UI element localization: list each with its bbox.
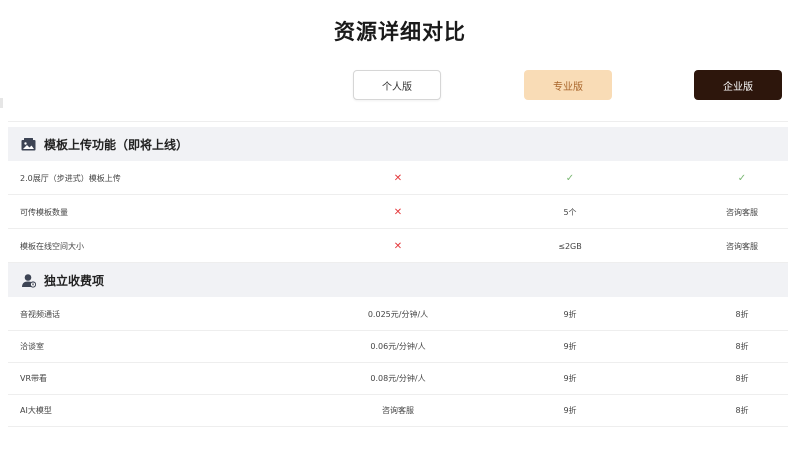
table-row: 音视频通话 0.025元/分钟/人 9折 8折 [8, 297, 788, 331]
user-coin-icon: ¥ [20, 272, 36, 288]
row-label: 2.0展厅（步进式）模板上传 [20, 173, 121, 183]
cross-icon: ✕ [393, 206, 403, 218]
section-title: 模板上传功能（即将上线） [44, 137, 189, 152]
section-paid-items: ¥ 独立收费项 [8, 263, 788, 297]
row-label: 模板在线空间大小 [20, 241, 84, 251]
table-row: 洽谈室 0.06元/分钟/人 9折 8折 [8, 329, 788, 363]
personal-value: 0.025元/分钟/人 [367, 309, 429, 319]
left-edge-tick [0, 98, 3, 108]
enterprise-value: 8折 [735, 309, 749, 319]
enterprise-value: 咨询客服 [726, 241, 758, 251]
page-title: 资源详细对比 [334, 20, 466, 44]
header-divider [8, 121, 788, 122]
table-row: 可传模板数量 ✕ 5个 咨询客服 [8, 195, 788, 229]
svg-text:¥: ¥ [31, 282, 34, 287]
pro-value: ≤2GB [558, 241, 582, 251]
row-label: VR带看 [20, 373, 48, 383]
personal-value: 0.08元/分钟/人 [370, 373, 426, 383]
pro-value: 9折 [563, 373, 577, 383]
gallery-icon [20, 136, 36, 152]
pro-value: 5个 [563, 207, 577, 217]
personal-value: 咨询客服 [382, 405, 414, 415]
row-label: 可传模板数量 [20, 207, 68, 217]
enterprise-value: 8折 [735, 405, 749, 415]
cross-icon: ✕ [393, 172, 403, 184]
table-row: 模板在线空间大小 ✕ ≤2GB 咨询客服 [8, 229, 788, 263]
check-icon: ✓ [737, 172, 747, 184]
section-title: 独立收费项 [44, 273, 105, 288]
table-row: VR带看 0.08元/分钟/人 9折 8折 [8, 361, 788, 395]
enterprise-value: 咨询客服 [726, 207, 758, 217]
row-label: AI大模型 [20, 405, 52, 415]
plan-enterprise-button[interactable]: 企业版 [694, 70, 782, 100]
personal-value: 0.06元/分钟/人 [370, 341, 426, 351]
enterprise-value: 8折 [735, 341, 749, 351]
pro-value: 9折 [563, 309, 577, 319]
check-icon: ✓ [565, 172, 575, 184]
pro-value: 9折 [563, 405, 577, 415]
cross-icon: ✕ [393, 240, 403, 252]
row-label: 洽谈室 [20, 341, 44, 351]
enterprise-value: 8折 [735, 373, 749, 383]
plan-pro-button[interactable]: 专业版 [524, 70, 612, 100]
pro-value: 9折 [563, 341, 577, 351]
table-row: 2.0展厅（步进式）模板上传 ✕ ✓ ✓ [8, 161, 788, 195]
table-row: AI大模型 咨询客服 9折 8折 [8, 393, 788, 427]
plan-personal-button[interactable]: 个人版 [353, 70, 441, 100]
row-label: 音视频通话 [20, 309, 60, 319]
section-template-upload: 模板上传功能（即将上线） [8, 127, 788, 161]
